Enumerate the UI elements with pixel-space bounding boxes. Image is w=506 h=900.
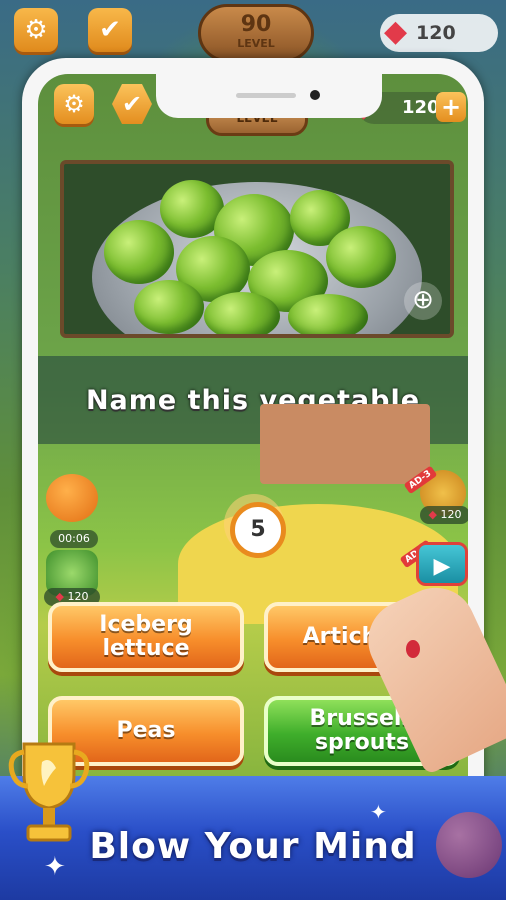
- sparkle-icon: ✦: [370, 800, 387, 824]
- house-decoration: [260, 404, 430, 484]
- gem-icon: ◆: [428, 508, 437, 521]
- background-gear-icon: ⚙: [14, 8, 58, 52]
- add-gems-button[interactable]: +: [436, 92, 466, 122]
- pumpkin-timer-icon[interactable]: [46, 474, 98, 522]
- background-gem-icon: ◆: [384, 14, 408, 49]
- gem-count: 120: [402, 97, 440, 118]
- question-photo: ⊕: [60, 160, 454, 338]
- phone-notch: [156, 74, 382, 118]
- background-top-bar: ⚙ ✔ 90 LEVEL ◆ 120: [0, 0, 506, 64]
- freeze-timer-label: 00:06: [50, 530, 98, 548]
- background-level-label: LEVEL: [237, 37, 275, 50]
- background-gem-counter: ◆ 120: [380, 14, 498, 52]
- camera-dot: [310, 90, 320, 100]
- game-screen: ⚙ ✔ LEVEL ◆ 120 + ⊕ Name this vegetable: [38, 74, 468, 862]
- watch-video-button[interactable]: ▶: [416, 542, 468, 586]
- gear-icon: ⚙: [63, 90, 85, 118]
- play-icon: ▶: [433, 554, 451, 579]
- sprout-image: [134, 280, 204, 334]
- settings-button[interactable]: ⚙: [54, 84, 94, 124]
- powerup-right-price-value: 120: [440, 508, 462, 521]
- speaker-slot: [236, 93, 296, 98]
- sprout-image: [326, 226, 396, 288]
- tagline: Blow Your Mind: [89, 826, 417, 867]
- check-button[interactable]: ✔: [112, 84, 152, 124]
- background-gem-count: 120: [416, 22, 456, 44]
- sprout-image: [104, 220, 174, 284]
- check-icon: ✔: [121, 90, 143, 118]
- fingernail-image: [406, 640, 420, 658]
- sprout-image: [204, 292, 280, 334]
- sprout-image: [288, 294, 368, 334]
- answer-button-1[interactable]: Iceberg lettuce: [48, 602, 244, 672]
- countdown-clock: 5: [230, 502, 286, 558]
- background-level-number: 90: [240, 12, 272, 37]
- powerup-right-price: ◆ 120: [420, 506, 468, 524]
- background-level-badge: 90 LEVEL: [198, 4, 314, 62]
- background-check-icon: ✔: [88, 8, 132, 52]
- zoom-icon[interactable]: ⊕: [404, 282, 442, 320]
